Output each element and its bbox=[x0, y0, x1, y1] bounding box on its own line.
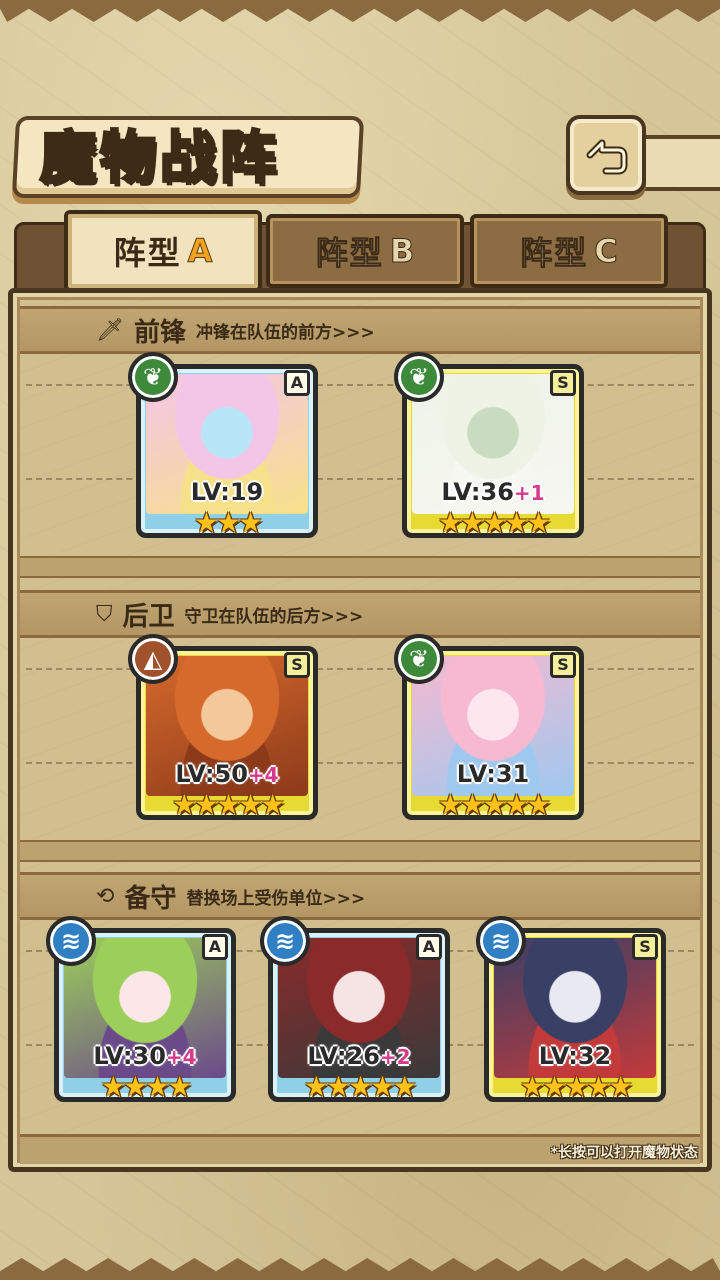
divider bbox=[26, 478, 694, 480]
level-value: LV:50 bbox=[175, 760, 248, 788]
leaf-element-icon: ❦ bbox=[128, 352, 178, 402]
tab-label: 阵型 bbox=[113, 234, 182, 272]
level-value: LV:19 bbox=[190, 478, 264, 506]
level-label: LV:50+4 bbox=[136, 760, 318, 788]
tab-formation-a[interactable]: 阵型 A bbox=[64, 210, 262, 292]
section-front-desc: 冲锋在队伍的前方>>> bbox=[195, 322, 375, 343]
rank-badge: A bbox=[416, 934, 442, 960]
level-label: LV:30+4 bbox=[54, 1042, 236, 1070]
star-rating: ★★★★★ bbox=[171, 788, 286, 821]
level-bonus: +1 bbox=[513, 481, 545, 505]
water-element-icon: ≋ bbox=[476, 916, 526, 966]
level-bonus: +4 bbox=[165, 1045, 197, 1069]
level-bonus: +2 bbox=[379, 1045, 411, 1069]
page-title: 魔物战阵 bbox=[39, 124, 280, 193]
divider bbox=[26, 762, 694, 764]
level-label: LV:26+2 bbox=[268, 1042, 450, 1070]
back-button[interactable] bbox=[566, 115, 646, 195]
level-value: LV:36 bbox=[441, 478, 514, 506]
star-rating: ★★★★★ bbox=[519, 1070, 634, 1103]
level-value: LV:26 bbox=[307, 1042, 380, 1070]
section-rear-desc: 守卫在队伍的后方>>> bbox=[184, 606, 364, 627]
earth-element-icon: ◭ bbox=[128, 634, 178, 684]
star-rating: ★★★★★ bbox=[437, 506, 552, 539]
back-arrow-icon bbox=[586, 139, 628, 175]
section-reserve-name: 备守 bbox=[124, 883, 177, 914]
monster-card[interactable]: S ❦ LV:31 ★★★★★ bbox=[394, 634, 584, 821]
tab-label: 阵型 bbox=[315, 234, 384, 273]
star-rating: ★★★ bbox=[193, 506, 263, 539]
long-press-hint: *长按可以打开魔物状态 bbox=[550, 1145, 698, 1161]
star-rating: ★★★★★ bbox=[437, 788, 552, 821]
rank-badge: A bbox=[284, 370, 310, 396]
water-element-icon: ≋ bbox=[46, 916, 96, 966]
section-reserve-title: ⟲ 备守 替换场上受伤单位>>> bbox=[96, 872, 365, 920]
level-label: LV:19 bbox=[136, 478, 318, 506]
level-value: LV:30 bbox=[93, 1042, 166, 1070]
level-label: LV:36+1 bbox=[402, 478, 584, 506]
rank-badge: S bbox=[632, 934, 658, 960]
monster-card[interactable]: A ≋ LV:30+4 ★★★★ bbox=[46, 916, 236, 1103]
section-front-title: 🗡 前锋 冲锋在队伍的前方>>> bbox=[96, 306, 375, 354]
tab-formation-b[interactable]: 阵型 B bbox=[266, 214, 464, 288]
rank-badge: A bbox=[202, 934, 228, 960]
section-rear-name: 后卫 bbox=[122, 601, 175, 632]
section-reserve-desc: 替换场上受伤单位>>> bbox=[186, 888, 366, 909]
monster-card[interactable]: S ❦ LV:36+1 ★★★★★ bbox=[394, 352, 584, 539]
shelf bbox=[20, 840, 700, 862]
monster-card[interactable]: S ≋ LV:32 ★★★★★ bbox=[476, 916, 666, 1103]
rank-badge: S bbox=[284, 652, 310, 678]
sword-icon: 🗡 bbox=[96, 317, 124, 343]
monster-card[interactable]: S ◭ LV:50+4 ★★★★★ bbox=[128, 634, 318, 821]
level-value: LV:32 bbox=[538, 1042, 612, 1070]
tab-suffix: C bbox=[594, 232, 619, 271]
star-rating: ★★★★ bbox=[100, 1070, 192, 1103]
tab-formation-c[interactable]: 阵型 C bbox=[470, 214, 668, 288]
leaf-element-icon: ❦ bbox=[394, 352, 444, 402]
monster-card[interactable]: A ≋ LV:26+2 ★★★★★ bbox=[260, 916, 450, 1103]
rank-badge: S bbox=[550, 652, 576, 678]
rank-badge: S bbox=[550, 370, 576, 396]
shelf bbox=[20, 556, 700, 578]
monster-card[interactable]: A ❦ LV:19 ★★★ bbox=[128, 352, 318, 539]
water-element-icon: ≋ bbox=[260, 916, 310, 966]
divider bbox=[26, 668, 694, 670]
star-rating: ★★★★★ bbox=[303, 1070, 418, 1103]
tab-suffix: A bbox=[187, 232, 213, 271]
divider bbox=[26, 384, 694, 386]
shield-icon: ⛉ bbox=[96, 601, 113, 627]
tab-suffix: B bbox=[389, 232, 415, 271]
level-value: LV:31 bbox=[456, 760, 530, 788]
section-rear-title: ⛉ 后卫 守卫在队伍的后方>>> bbox=[96, 590, 363, 638]
level-label: LV:32 bbox=[484, 1042, 666, 1070]
level-label: LV:31 bbox=[402, 760, 584, 788]
tab-label: 阵型 bbox=[520, 234, 589, 273]
level-bonus: +4 bbox=[247, 763, 279, 787]
swap-icon: ⟲ bbox=[96, 883, 115, 909]
leaf-element-icon: ❦ bbox=[394, 634, 444, 684]
section-front-name: 前锋 bbox=[133, 317, 186, 348]
